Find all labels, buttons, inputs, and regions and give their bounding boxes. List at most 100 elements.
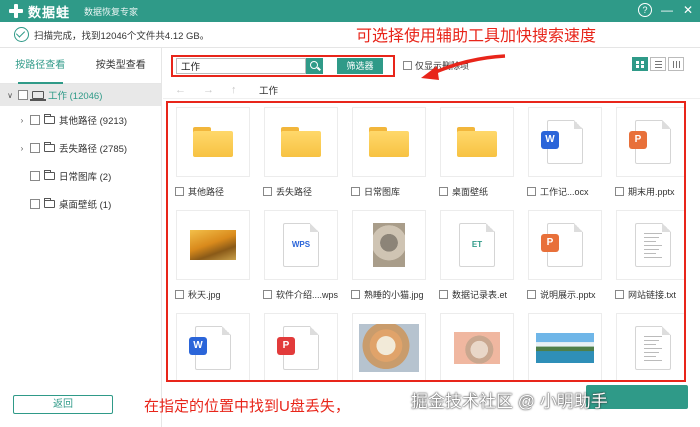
- forward-arrow-icon[interactable]: →: [203, 84, 219, 96]
- file-checkbox[interactable]: [439, 187, 448, 196]
- file-item[interactable]: P: [260, 313, 346, 380]
- minimize-button[interactable]: —: [661, 3, 673, 17]
- file-item[interactable]: W 工作记...ocx: [524, 107, 610, 203]
- file-item[interactable]: [348, 313, 434, 380]
- file-name: 熟睡的小猫.jpg: [364, 290, 424, 300]
- file-checkbox[interactable]: [175, 290, 184, 299]
- file-item[interactable]: ET 数据记录表.et: [436, 210, 522, 306]
- file-grid-frame: 其他路径 丢失路径 日常图库 桌面壁纸 W 工作记...ocx P 期末用.pptx 秋天.jp…: [166, 101, 686, 382]
- chevron-right-icon[interactable]: ›: [18, 144, 26, 153]
- drive-icon: [30, 91, 46, 101]
- tree-item-checkbox[interactable]: [30, 143, 40, 153]
- file-name: 软件介绍....wps: [276, 290, 339, 300]
- file-item[interactable]: 日常图库: [348, 107, 434, 203]
- plus-logo-icon: [8, 3, 24, 19]
- navigation-bar: ← → ↑ 工作: [163, 81, 700, 99]
- file-thumbnail[interactable]: [352, 210, 426, 280]
- file-checkbox[interactable]: [175, 187, 184, 196]
- scan-status-text: 扫描完成，找到12046个文件共4.12 GB。: [34, 30, 210, 42]
- file-thumbnail[interactable]: [352, 107, 426, 177]
- file-checkbox[interactable]: [439, 290, 448, 299]
- tree-item-desktop-wallpaper[interactable]: 桌面壁纸 (1): [0, 190, 161, 218]
- file-checkbox[interactable]: [351, 290, 360, 299]
- search-input[interactable]: [176, 58, 306, 74]
- file-checkbox[interactable]: [263, 187, 272, 196]
- autumn-photo-thumbnail: [190, 230, 236, 260]
- annotation-arrow-icon: [421, 54, 506, 80]
- ppt-doc-icon: P: [629, 120, 671, 164]
- close-button[interactable]: ✕: [682, 3, 694, 17]
- file-item[interactable]: 熟睡的小猫.jpg: [348, 210, 434, 306]
- file-checkbox[interactable]: [527, 290, 536, 299]
- file-thumbnail[interactable]: WPS: [264, 210, 338, 280]
- file-item[interactable]: [612, 313, 684, 380]
- file-checkbox[interactable]: [263, 290, 272, 299]
- file-checkbox[interactable]: [615, 187, 624, 196]
- file-item[interactable]: 丢失路径: [260, 107, 346, 203]
- chevron-down-icon[interactable]: ∨: [6, 91, 14, 100]
- file-thumbnail[interactable]: [528, 313, 602, 380]
- tab-by-type[interactable]: 按类型查看: [81, 48, 162, 83]
- tree-item-checkbox[interactable]: [30, 115, 40, 125]
- file-thumbnail[interactable]: [616, 313, 684, 380]
- file-thumbnail[interactable]: W: [528, 107, 602, 177]
- tab-by-path[interactable]: 按路径查看: [0, 48, 81, 84]
- file-thumbnail[interactable]: ET: [440, 210, 514, 280]
- wps-doc-icon: WPS: [283, 223, 319, 267]
- file-name-row: 其他路径: [175, 185, 259, 198]
- file-thumbnail[interactable]: P: [264, 313, 338, 380]
- file-thumbnail[interactable]: [352, 313, 426, 380]
- file-item[interactable]: W: [172, 313, 258, 380]
- rabbit-photo-thumbnail: [454, 332, 500, 364]
- file-name-row: 软件介绍....wps: [263, 288, 347, 301]
- help-icon[interactable]: ?: [638, 3, 652, 17]
- file-thumbnail[interactable]: [176, 107, 250, 177]
- search-icon[interactable]: [306, 58, 323, 74]
- up-arrow-icon[interactable]: ↑: [231, 84, 247, 96]
- tree-item-checkbox[interactable]: [30, 171, 40, 181]
- file-item[interactable]: 其他路径: [172, 107, 258, 203]
- file-item[interactable]: 网站链接.txt: [612, 210, 684, 306]
- filter-button[interactable]: 筛选器: [337, 58, 383, 74]
- file-thumbnail[interactable]: P: [528, 210, 602, 280]
- word-doc-icon: W: [541, 120, 583, 164]
- file-thumbnail[interactable]: [440, 107, 514, 177]
- tree-root-checkbox[interactable]: [18, 90, 28, 100]
- file-thumbnail[interactable]: [616, 210, 684, 280]
- file-name: 桌面壁纸: [452, 187, 489, 197]
- file-checkbox[interactable]: [527, 187, 536, 196]
- chevron-right-icon[interactable]: ›: [18, 116, 26, 125]
- tree-item-daily-gallery[interactable]: 日常图库 (2): [0, 162, 161, 190]
- file-item[interactable]: P 说明展示.pptx: [524, 210, 610, 306]
- list-view-icon[interactable]: [650, 57, 666, 71]
- tree-item-lost-paths[interactable]: › 丢失路径 (2785): [0, 134, 161, 162]
- back-arrow-icon[interactable]: ←: [175, 84, 191, 96]
- file-name-row: 熟睡的小猫.jpg: [351, 288, 435, 301]
- grid-view-icon[interactable]: [632, 57, 648, 71]
- app-subtitle: 数据恢复专家: [84, 6, 139, 17]
- tree-item-checkbox[interactable]: [30, 199, 40, 209]
- file-name-row: 网站链接.txt: [615, 288, 684, 301]
- deleted-only-checkbox[interactable]: [403, 61, 412, 70]
- file-checkbox[interactable]: [351, 187, 360, 196]
- folder-icon: [193, 127, 233, 157]
- file-item[interactable]: P 期末用.pptx: [612, 107, 684, 203]
- file-thumbnail[interactable]: [264, 107, 338, 177]
- file-thumbnail[interactable]: P: [616, 107, 684, 177]
- file-item[interactable]: 秋天.jpg: [172, 210, 258, 306]
- tree-root-work[interactable]: ∨ 工作 (12046): [0, 84, 161, 106]
- tree-item-other-paths[interactable]: › 其他路径 (9213): [0, 106, 161, 134]
- column-view-icon[interactable]: [668, 57, 684, 71]
- file-item[interactable]: WPS 软件介绍....wps: [260, 210, 346, 306]
- file-thumbnail[interactable]: [176, 210, 250, 280]
- file-name: 期末用.pptx: [628, 187, 675, 197]
- file-thumbnail[interactable]: [440, 313, 514, 380]
- file-thumbnail[interactable]: W: [176, 313, 250, 380]
- file-item[interactable]: [436, 313, 522, 380]
- back-button[interactable]: 返回: [13, 395, 113, 414]
- file-checkbox[interactable]: [615, 290, 624, 299]
- file-name: 工作记...ocx: [540, 187, 589, 197]
- folder-icon: [369, 127, 409, 157]
- file-item[interactable]: 桌面壁纸: [436, 107, 522, 203]
- file-item[interactable]: [524, 313, 610, 380]
